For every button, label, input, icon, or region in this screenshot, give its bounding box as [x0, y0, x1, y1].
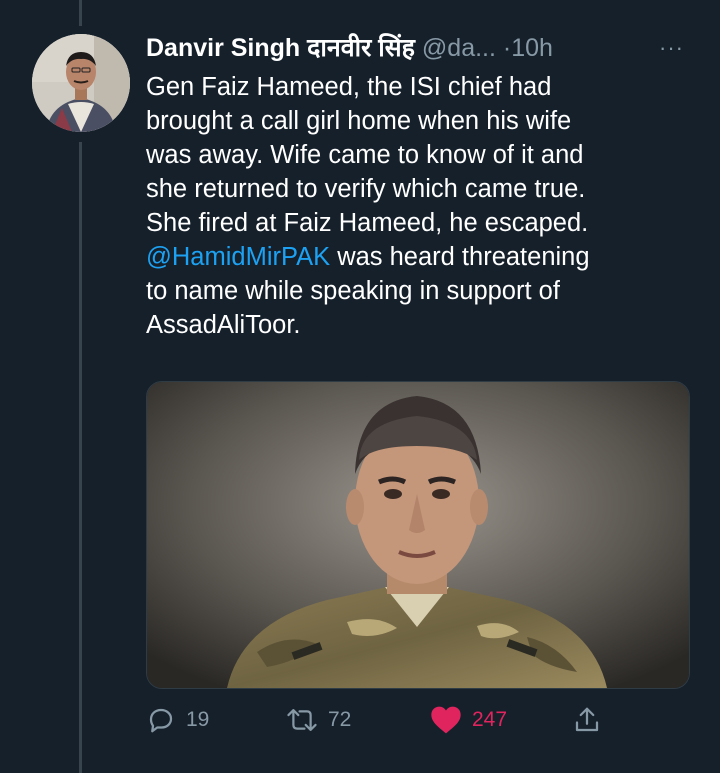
share-button[interactable] [572, 700, 602, 740]
tweet-text-line: she returned to verify which came true. [146, 175, 586, 203]
tweet-actions: 19 72 247 [146, 700, 706, 740]
tweet-header: Danvir Singh दानवीर सिंह @da... ·10h ··· [146, 30, 696, 70]
display-name[interactable]: Danvir Singh दानवीर सिंह [146, 34, 415, 62]
like-count: 247 [472, 708, 508, 731]
mention-link[interactable]: @HamidMirPAK [146, 243, 330, 271]
tweet-text-line: to name while speaking in support of [146, 277, 560, 305]
thread-line-top [79, 0, 82, 26]
timestamp[interactable]: 10h [511, 34, 553, 62]
avatar-image [32, 34, 130, 132]
retweet-icon [287, 709, 317, 731]
heart-icon [431, 706, 461, 734]
reply-button[interactable]: 19 [146, 700, 209, 740]
avatar[interactable] [32, 34, 130, 132]
tweet-text-line: AssadAliToor. [146, 311, 301, 339]
tweet-text-line: She fired at Faiz Hameed, he escaped. [146, 209, 589, 237]
reply-icon [149, 708, 173, 733]
thread-line [79, 142, 82, 773]
tweet-text-line: @HamidMirPAK was heard threatening [146, 240, 706, 274]
portrait-image [147, 382, 689, 688]
user-handle[interactable]: @da... [422, 34, 496, 62]
tweet-text-line: Gen Faiz Hameed, the ISI chief had [146, 73, 552, 101]
more-icon[interactable]: ··· [659, 30, 684, 66]
tweet-photo[interactable] [146, 381, 690, 689]
retweet-button[interactable]: 72 [286, 700, 351, 740]
like-button[interactable]: 247 [430, 700, 507, 740]
tweet-text: Gen Faiz Hameed, the ISI chief had broug… [146, 70, 706, 342]
tweet-text-line: was away. Wife came to know of it and [146, 141, 584, 169]
tweet-text-line: brought a call girl home when his wife [146, 107, 572, 135]
share-icon [575, 707, 599, 732]
reply-count: 19 [186, 708, 210, 731]
retweet-count: 72 [328, 708, 352, 731]
separator: · [502, 34, 512, 62]
tweet-text-fragment: was heard threatening [330, 243, 590, 271]
